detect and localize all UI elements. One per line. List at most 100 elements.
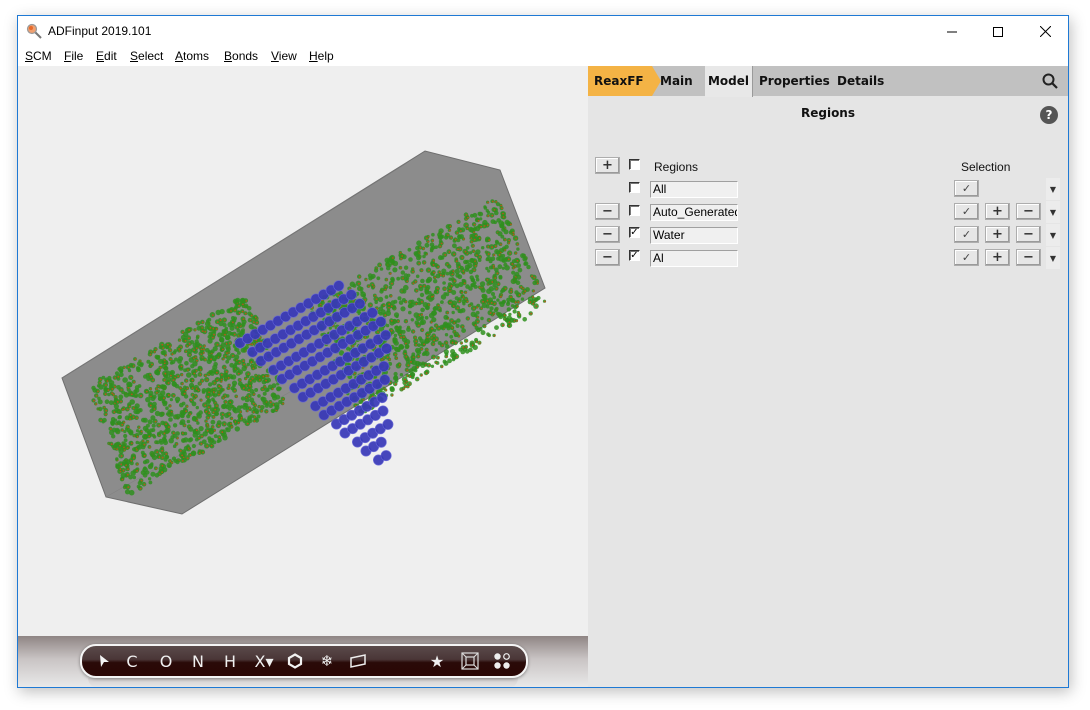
region-checkbox-water[interactable]: ✓ (629, 227, 640, 238)
remove-from-region-button-water[interactable]: − (1016, 226, 1041, 243)
oxygen-atom (389, 272, 392, 275)
oxygen-atom (453, 280, 456, 283)
remove-region-button-auto[interactable]: − (595, 203, 620, 220)
add-region-button[interactable]: + (595, 157, 620, 174)
region-menu-all[interactable]: ▼ (1046, 178, 1060, 200)
minimize-button[interactable] (929, 16, 975, 47)
oxygen-atom (427, 240, 430, 243)
close-button[interactable] (1022, 16, 1068, 47)
menu-file[interactable]: File (64, 49, 83, 63)
region-menu-water[interactable]: ▼ (1046, 224, 1060, 246)
oxygen-atom (201, 330, 204, 332)
select-region-button-auto[interactable]: ✓ (954, 203, 979, 220)
oxygen-atom (195, 356, 197, 359)
oxygen-atom (491, 214, 494, 217)
oxygen-atom (493, 334, 496, 337)
remove-from-region-button-auto[interactable]: − (1016, 203, 1041, 220)
remove-from-region-button-al[interactable]: − (1016, 249, 1041, 266)
select-region-button-al[interactable]: ✓ (954, 249, 979, 266)
tab-model[interactable]: Model (705, 66, 753, 97)
oxygen-atom (450, 285, 453, 287)
nitrogen-tool[interactable]: N (188, 646, 208, 676)
menu-view[interactable]: View (271, 49, 297, 63)
region-name-field-all[interactable]: All (650, 181, 738, 198)
region-checkbox-auto[interactable] (629, 205, 640, 216)
menu-bonds[interactable]: Bonds (224, 49, 258, 63)
oxygen-atom (238, 361, 241, 364)
carbon-tool[interactable]: C (122, 646, 142, 676)
help-icon[interactable]: ? (1040, 106, 1058, 124)
maximize-button[interactable] (975, 16, 1021, 47)
menu-edit[interactable]: Edit (96, 49, 117, 63)
oxygen-atom (502, 216, 505, 218)
oxygen-atom (176, 443, 178, 446)
oxygen-atom (161, 449, 164, 452)
select-region-button-all[interactable]: ✓ (954, 180, 979, 197)
oxygen-atom (241, 310, 244, 313)
select-all-regions-checkbox[interactable] (629, 159, 640, 170)
add-to-region-button-al[interactable]: + (985, 249, 1010, 266)
water-molecule (92, 387, 98, 393)
remove-region-button-al[interactable]: − (595, 249, 620, 266)
region-checkbox-al[interactable]: ✓ (629, 250, 640, 261)
oxygen-atom (473, 307, 475, 310)
water-molecule (226, 355, 232, 361)
tab-properties[interactable]: Properties (759, 66, 830, 96)
oxygen-atom (224, 395, 227, 397)
box-view-tool[interactable] (458, 646, 482, 676)
oxygen-atom (111, 388, 114, 390)
oxygen-tool[interactable]: O (156, 646, 176, 676)
freeze-tool[interactable]: ❄ (316, 646, 338, 676)
water-molecule (392, 267, 398, 273)
water-molecule (162, 438, 168, 443)
remove-region-button-water[interactable]: − (595, 226, 620, 243)
menu-atoms[interactable]: Atoms (175, 49, 209, 63)
molecular-scene[interactable] (18, 66, 588, 636)
tab-main[interactable]: Main (660, 66, 693, 96)
region-name-field-al[interactable]: Al (650, 250, 738, 267)
region-name-field-water[interactable]: Water (650, 227, 738, 244)
app-window: ADFinput 2019.101 SCM File Edit Select A… (17, 15, 1069, 688)
oxygen-atom (390, 329, 393, 332)
aluminum-atom (380, 329, 392, 341)
oxygen-atom (464, 250, 467, 253)
molecules-tool[interactable] (490, 646, 514, 676)
region-checkbox-all[interactable] (629, 182, 640, 193)
region-menu-al[interactable]: ▼ (1046, 247, 1060, 269)
water-molecule (222, 435, 228, 441)
oxygen-atom (445, 342, 448, 344)
oxygen-atom (127, 386, 130, 389)
oxygen-atom (419, 246, 422, 249)
plane-tool[interactable] (346, 646, 370, 676)
tab-reaxff[interactable]: ReaxFF (588, 66, 661, 96)
menu-help[interactable]: Help (309, 49, 334, 63)
oxygen-atom (182, 460, 184, 462)
oxygen-atom (457, 248, 459, 251)
oxygen-atom (461, 256, 464, 259)
hydrogen-tool[interactable]: H (220, 646, 240, 676)
plane-icon (350, 654, 366, 668)
search-icon[interactable] (1042, 73, 1058, 89)
select-region-button-water[interactable]: ✓ (954, 226, 979, 243)
other-element-tool[interactable]: X▾ (250, 646, 278, 676)
select-tool[interactable] (92, 646, 116, 676)
region-menu-auto[interactable]: ▼ (1046, 201, 1060, 223)
add-to-region-button-auto[interactable]: + (985, 203, 1010, 220)
region-name-field-auto[interactable]: Auto_Generated (650, 204, 738, 221)
ring-tool[interactable] (284, 646, 306, 676)
water-molecule (390, 300, 396, 305)
water-molecule (498, 314, 504, 320)
water-molecule (454, 333, 458, 338)
oxygen-atom (379, 264, 381, 267)
water-molecule (256, 414, 261, 419)
water-molecule (227, 406, 232, 411)
menu-select[interactable]: Select (130, 49, 163, 63)
water-molecule (179, 421, 184, 426)
molecule-viewport[interactable]: C O N H X▾ ❄ ★ (18, 66, 588, 687)
water-molecule (243, 402, 247, 407)
favorite-tool[interactable]: ★ (426, 646, 448, 676)
menu-scm[interactable]: SCM (25, 49, 52, 63)
water-molecule (398, 300, 404, 305)
add-to-region-button-water[interactable]: + (985, 226, 1010, 243)
tab-details[interactable]: Details (837, 66, 884, 96)
